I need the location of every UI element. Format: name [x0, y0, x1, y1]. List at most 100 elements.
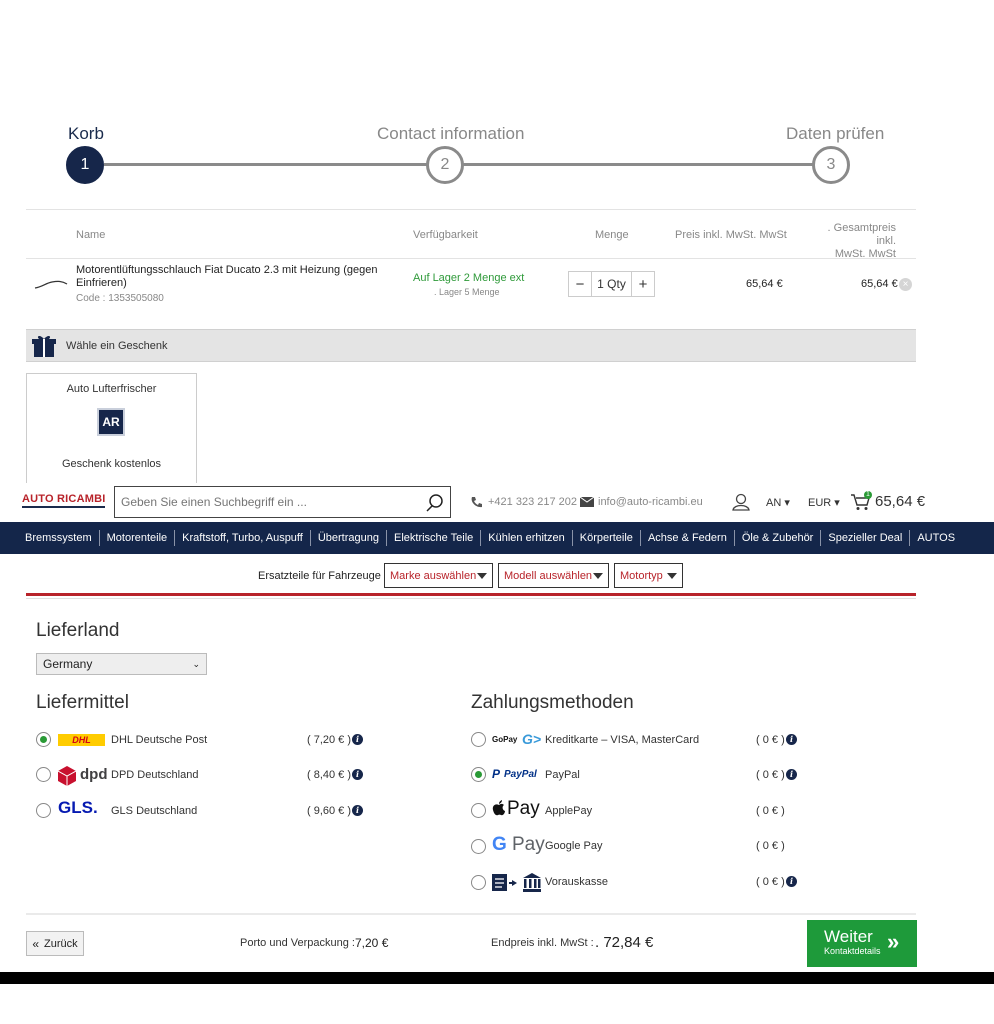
nav-item[interactable]: AUTOS: [910, 530, 962, 546]
language-select[interactable]: AN ▾: [766, 496, 790, 509]
col-header-total-line1: . Gesamtpreis inkl.: [827, 222, 896, 247]
shipping-cost-value: 7,20 €: [355, 936, 389, 950]
gift-card[interactable]: Auto Lufterfrischer AR Geschenk kostenlo…: [26, 373, 197, 483]
cart-count-badge: 1: [864, 491, 872, 499]
info-icon[interactable]: i: [352, 769, 363, 780]
make-select[interactable]: Marke auswählen: [384, 563, 493, 588]
step-circle-3[interactable]: 3: [812, 146, 850, 184]
dpd-cube-icon: [58, 766, 76, 786]
double-chevron-left-icon: «: [32, 936, 40, 951]
shipping-label-gls[interactable]: GLS Deutschland: [111, 805, 197, 817]
final-price-label: Endpreis inkl. MwSt :: [491, 937, 594, 949]
shipping-label-dpd[interactable]: DPD Deutschland: [111, 769, 198, 781]
product-name-link[interactable]: Motorentlüftungsschlauch Fiat Ducato 2.3…: [76, 264, 377, 290]
chevron-down-icon: ▾: [784, 497, 790, 509]
next-button[interactable]: Weiter Kontaktdetails »: [807, 920, 917, 967]
site-logo[interactable]: AUTO RICAMBI: [22, 493, 106, 508]
payment-radio-googlepay[interactable]: [471, 839, 486, 854]
nav-item[interactable]: Kühlen erhitzen: [481, 530, 573, 546]
payment-label-card[interactable]: Kreditkarte – VISA, MasterCard: [545, 734, 699, 746]
currency-value: EUR: [808, 497, 832, 509]
payment-price-applepay: ( 0 € ): [756, 805, 785, 817]
header-phone[interactable]: +421 323 217 202: [488, 496, 577, 508]
product-name-line1: Motorentlüftungsschlauch Fiat Ducato 2.3…: [76, 264, 378, 276]
shipping-label-dhl[interactable]: DHL Deutsche Post: [111, 734, 207, 746]
info-icon[interactable]: i: [786, 734, 797, 745]
header-email[interactable]: info@auto-ricambi.eu: [598, 496, 703, 508]
info-icon[interactable]: i: [786, 876, 797, 887]
header-cart-total[interactable]: 65,64 €: [875, 493, 925, 510]
payment-label-paypal[interactable]: PayPal: [545, 769, 580, 781]
phone-icon: [471, 497, 482, 508]
line-total: 65,64 €: [861, 278, 898, 290]
info-icon[interactable]: i: [352, 734, 363, 745]
col-header-name: Name: [76, 229, 106, 241]
payment-price-card: ( 0 € ): [756, 734, 785, 746]
user-icon[interactable]: [732, 493, 750, 511]
payment-radio-prepayment[interactable]: [471, 875, 486, 890]
paypal-logo: PayPal: [504, 769, 537, 780]
country-select[interactable]: Germany ⌄: [36, 653, 207, 675]
vehicle-filter-label: Ersatzteile für Fahrzeuge: [258, 570, 381, 582]
nav-item[interactable]: Öle & Zubehör: [735, 530, 822, 546]
shipping-price-gls: ( 9,60 € ): [307, 805, 352, 817]
product-name-line2: Einfrieren): [76, 277, 127, 289]
final-price-value: . 72,84 €: [595, 934, 654, 951]
nav-item[interactable]: Übertragung: [311, 530, 387, 546]
gift-icon: [32, 335, 56, 357]
nav-item[interactable]: Bremssystem: [18, 530, 100, 546]
info-icon[interactable]: i: [786, 769, 797, 780]
unit-price: 65,64 €: [746, 278, 783, 290]
stepper-line: [104, 163, 824, 166]
col-header-quantity: Menge: [595, 229, 629, 241]
payment-label-googlepay[interactable]: Google Pay: [545, 840, 602, 852]
paypal-p-icon: P: [492, 767, 501, 781]
back-button[interactable]: « Zurück: [26, 931, 84, 956]
nav-item[interactable]: Spezieller Deal: [821, 530, 911, 546]
shipping-radio-dhl[interactable]: [36, 732, 51, 747]
qty-value[interactable]: 1 Qty: [591, 272, 632, 296]
chevron-down-icon: ⌄: [192, 659, 200, 669]
nav-item[interactable]: Kraftstoff, Turbo, Auspuff: [175, 530, 311, 546]
currency-select[interactable]: EUR ▾: [808, 496, 840, 509]
divider: [26, 598, 916, 599]
search-box: [114, 486, 451, 518]
remove-item-icon[interactable]: ×: [899, 278, 912, 291]
payment-label-applepay[interactable]: ApplePay: [545, 805, 592, 817]
step-label-review: Daten prüfen: [786, 124, 885, 143]
gift-bar[interactable]: Wähle ein Geschenk: [26, 329, 916, 362]
col-header-total: . Gesamtpreis inkl. MwSt. MwSt: [808, 222, 896, 261]
gopay-g-icon: G>: [522, 731, 542, 747]
step-circle-2[interactable]: 2: [426, 146, 464, 184]
divider: [26, 913, 916, 915]
nav-item[interactable]: Körperteile: [573, 530, 641, 546]
qty-increase-button[interactable]: +: [632, 272, 654, 296]
shipping-radio-dpd[interactable]: [36, 767, 51, 782]
model-select[interactable]: Modell auswählen: [498, 563, 609, 588]
google-g-icon: G: [492, 834, 507, 855]
info-icon[interactable]: i: [352, 805, 363, 816]
search-input[interactable]: [115, 487, 415, 517]
gls-logo: GLS.: [58, 798, 98, 817]
googlepay-logo: Pay: [512, 834, 545, 855]
nav-item[interactable]: Elektrische Teile: [387, 530, 482, 546]
col-header-total-line2: MwSt. MwSt: [834, 248, 896, 260]
caret-down-icon: [593, 573, 603, 579]
double-chevron-right-icon: »: [887, 929, 900, 954]
step-circle-1[interactable]: 1: [66, 146, 104, 184]
nav-item[interactable]: Achse & Federn: [641, 530, 735, 546]
dpd-logo: dpd: [80, 766, 108, 783]
product-code: Code : 1353505080: [76, 293, 164, 304]
payment-radio-paypal[interactable]: [471, 767, 486, 782]
product-thumbnail[interactable]: [34, 275, 68, 291]
payment-radio-card[interactable]: [471, 732, 486, 747]
engine-select-value: Motortyp: [620, 569, 663, 582]
nav-item[interactable]: Motorenteile: [100, 530, 176, 546]
payment-label-prepayment[interactable]: Vorauskasse: [545, 876, 608, 888]
search-icon[interactable]: [426, 494, 444, 512]
shipping-radio-gls[interactable]: [36, 803, 51, 818]
engine-select[interactable]: Motortyp: [614, 563, 683, 588]
qty-decrease-button[interactable]: −: [569, 272, 591, 296]
payment-radio-applepay[interactable]: [471, 803, 486, 818]
category-nav: Bremssystem Motorenteile Kraftstoff, Tur…: [0, 522, 994, 554]
